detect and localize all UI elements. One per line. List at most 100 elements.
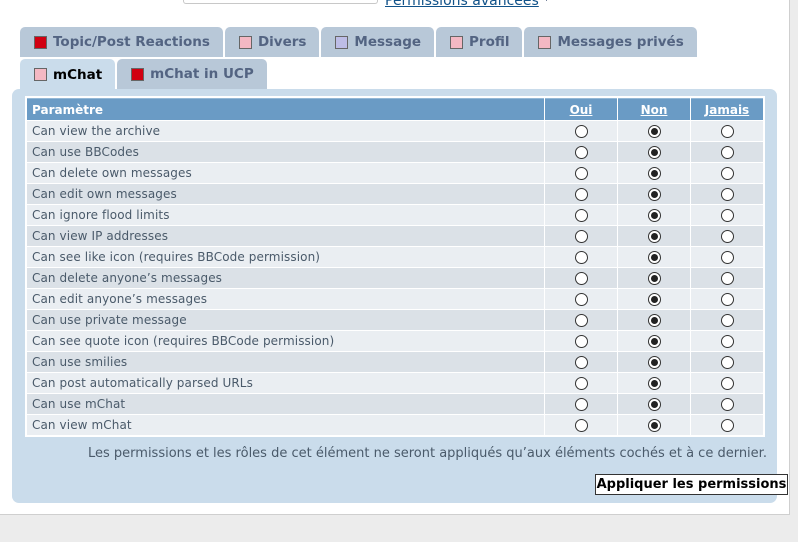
permission-label: Can view the archive xyxy=(27,121,544,141)
radio-jamais[interactable] xyxy=(720,335,734,348)
radio-oui[interactable] xyxy=(574,314,588,327)
radio-cell xyxy=(545,163,617,183)
tab-profil[interactable]: Profil xyxy=(436,27,523,57)
radio-non[interactable] xyxy=(647,125,661,138)
tab-label: mChat xyxy=(53,66,103,83)
radio-cell xyxy=(545,310,617,330)
radio-cell xyxy=(618,352,690,372)
permission-label: Can use private message xyxy=(27,310,544,330)
table-row: Can ignore flood limits xyxy=(27,205,763,225)
radio-oui[interactable] xyxy=(574,293,588,306)
permission-label: Can use mChat xyxy=(27,394,544,414)
permission-label: Can post automatically parsed URLs xyxy=(27,373,544,393)
radio-jamais[interactable] xyxy=(720,251,734,264)
tab-divers[interactable]: Divers xyxy=(224,27,320,57)
table-row: Can post automatically parsed URLs xyxy=(27,373,763,393)
radio-cell xyxy=(691,226,763,246)
radio-cell xyxy=(618,142,690,162)
radio-cell xyxy=(545,247,617,267)
radio-non[interactable] xyxy=(647,188,661,201)
radio-oui[interactable] xyxy=(574,188,588,201)
permission-label: Can see quote icon (requires BBCode perm… xyxy=(27,331,544,351)
radio-oui[interactable] xyxy=(574,146,588,159)
radio-cell xyxy=(545,394,617,414)
page: Permissions avancées * Topic/Post Reacti… xyxy=(0,0,790,515)
radio-cell xyxy=(545,352,617,372)
radio-cell xyxy=(618,394,690,414)
radio-jamais[interactable] xyxy=(720,272,734,285)
tab-label: Messages privés xyxy=(557,34,684,50)
radio-oui[interactable] xyxy=(574,335,588,348)
radio-non[interactable] xyxy=(647,251,661,264)
options-field[interactable] xyxy=(183,0,378,4)
radio-non[interactable] xyxy=(647,356,661,369)
permission-label: Can view mChat xyxy=(27,415,544,435)
radio-cell xyxy=(545,331,617,351)
radio-jamais[interactable] xyxy=(720,398,734,411)
tab-mchat-in-ucp[interactable]: mChat in UCP xyxy=(117,59,267,89)
radio-jamais[interactable] xyxy=(720,356,734,369)
col-yes-header[interactable]: Oui xyxy=(545,98,617,120)
radio-oui[interactable] xyxy=(574,209,588,222)
radio-non[interactable] xyxy=(647,293,661,306)
radio-oui[interactable] xyxy=(574,272,588,285)
radio-jamais[interactable] xyxy=(720,419,734,432)
table-row: Can delete own messages xyxy=(27,163,763,183)
radio-oui[interactable] xyxy=(574,125,588,138)
radio-oui[interactable] xyxy=(574,167,588,180)
radio-non[interactable] xyxy=(647,209,661,222)
tab-topic-post-reactions[interactable]: Topic/Post Reactions xyxy=(20,27,223,57)
radio-non[interactable] xyxy=(647,230,661,243)
radio-cell xyxy=(618,163,690,183)
radio-cell xyxy=(691,184,763,204)
radio-non[interactable] xyxy=(647,377,661,390)
tab-label: Message xyxy=(354,34,422,50)
radio-oui[interactable] xyxy=(574,398,588,411)
radio-non[interactable] xyxy=(647,314,661,327)
radio-jamais[interactable] xyxy=(720,377,734,390)
radio-non[interactable] xyxy=(647,272,661,285)
radio-cell xyxy=(545,142,617,162)
col-no-header[interactable]: Non xyxy=(618,98,690,120)
radio-cell xyxy=(545,289,617,309)
permissions-table: Paramètre Oui Non Jamais Can view the ar… xyxy=(26,97,764,436)
radio-jamais[interactable] xyxy=(720,146,734,159)
radio-cell xyxy=(691,331,763,351)
radio-oui[interactable] xyxy=(574,230,588,243)
radio-jamais[interactable] xyxy=(720,188,734,201)
radio-cell xyxy=(691,268,763,288)
radio-oui[interactable] xyxy=(574,377,588,390)
radio-jamais[interactable] xyxy=(720,209,734,222)
radio-cell xyxy=(618,331,690,351)
tabs-row-1: Topic/Post Reactions Divers Message Profil M… xyxy=(20,27,697,57)
radio-cell xyxy=(545,268,617,288)
col-param-header: Paramètre xyxy=(27,98,544,120)
radio-non[interactable] xyxy=(647,146,661,159)
radio-cell xyxy=(618,415,690,435)
radio-jamais[interactable] xyxy=(720,125,734,138)
table-row: Can view mChat xyxy=(27,415,763,435)
radio-jamais[interactable] xyxy=(720,230,734,243)
apply-permissions-button[interactable]: Appliquer les permissions xyxy=(595,474,788,495)
radio-jamais[interactable] xyxy=(720,293,734,306)
tab-message[interactable]: Message xyxy=(321,27,435,57)
tab-messages-priv-s[interactable]: Messages privés xyxy=(524,27,697,57)
radio-jamais[interactable] xyxy=(720,314,734,327)
radio-cell xyxy=(618,373,690,393)
permission-label: Can edit own messages xyxy=(27,184,544,204)
radio-non[interactable] xyxy=(647,335,661,348)
radio-non[interactable] xyxy=(647,398,661,411)
radio-jamais[interactable] xyxy=(720,167,734,180)
tab-mchat[interactable]: mChat xyxy=(20,59,116,90)
radio-cell xyxy=(691,289,763,309)
advanced-permissions-link[interactable]: Permissions avancées xyxy=(385,0,539,9)
radio-oui[interactable] xyxy=(574,251,588,264)
radio-non[interactable] xyxy=(647,419,661,432)
radio-cell xyxy=(691,142,763,162)
radio-non[interactable] xyxy=(647,167,661,180)
color-square-icon xyxy=(538,35,552,49)
color-square-icon xyxy=(131,67,145,81)
radio-oui[interactable] xyxy=(574,419,588,432)
radio-oui[interactable] xyxy=(574,356,588,369)
col-never-header[interactable]: Jamais xyxy=(691,98,763,120)
